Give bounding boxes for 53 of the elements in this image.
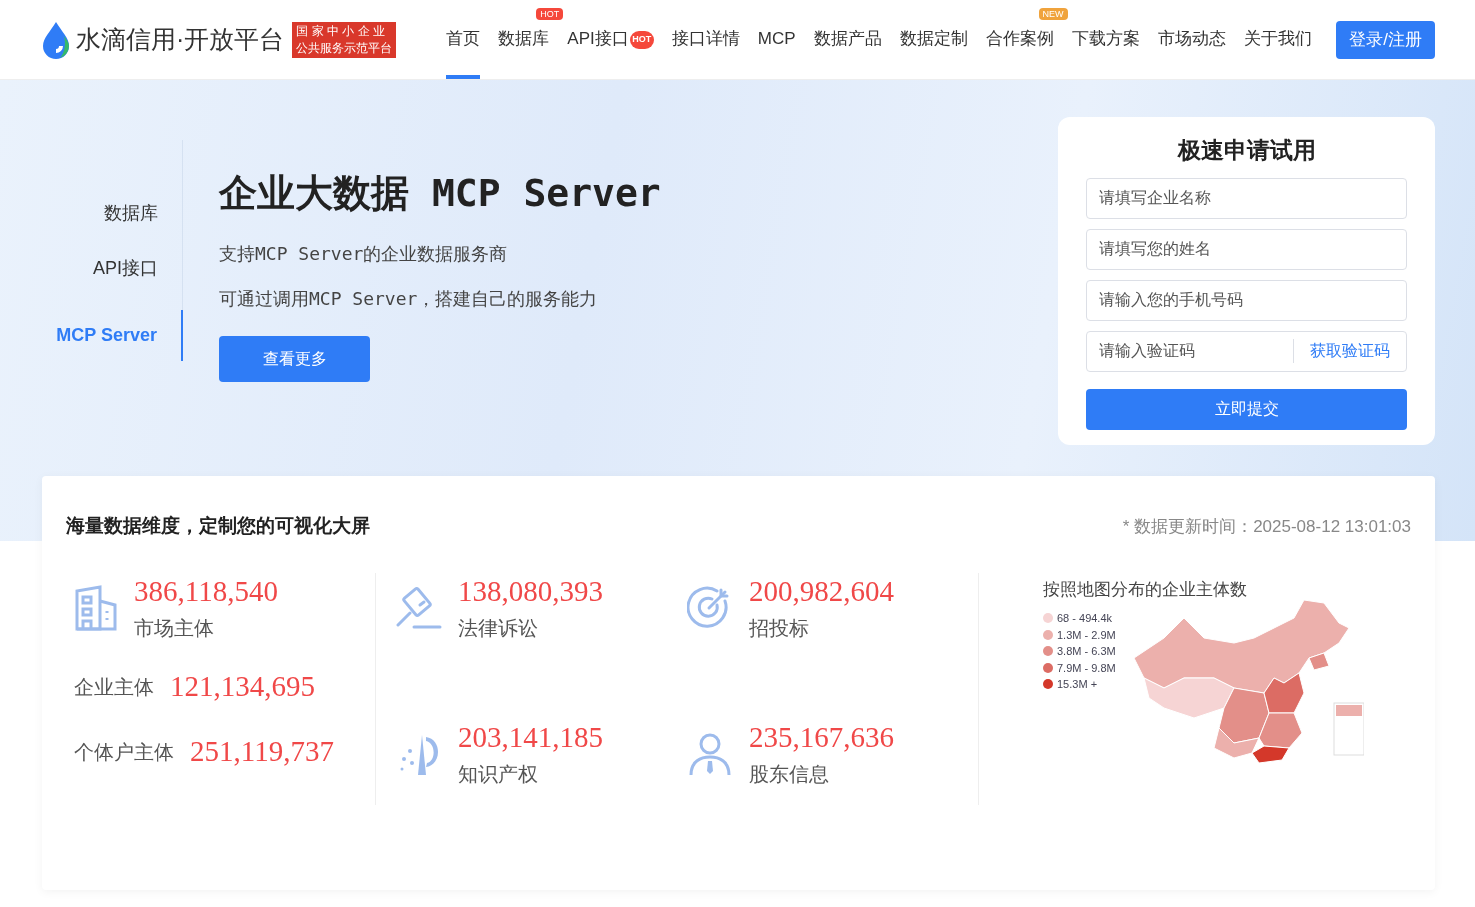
stat-label: 股东信息 <box>749 761 830 787</box>
stat-value: 203,141,185 <box>458 719 603 755</box>
sub-stat-label: 个体户主体 <box>74 740 174 765</box>
nav-link[interactable]: MCP <box>757 22 796 79</box>
certification-badge: 国 家 中 小 企 业 公共服务示范平台 <box>292 21 397 58</box>
stat-value: 235,167,636 <box>749 719 894 755</box>
input-field[interactable]: 请填写企业名称 <box>1086 177 1407 219</box>
more-button[interactable]: 查看更多 <box>219 336 370 382</box>
stat-value: 386,118,540 <box>134 573 278 609</box>
update-time: * 数据更新时间：2025-08-12 13:01:03 <box>1122 515 1411 538</box>
building-icon <box>74 584 118 631</box>
nav-link[interactable]: 关于我们 <box>1243 22 1312 79</box>
logo-text: 水滴信用·开放平台 <box>76 23 285 55</box>
nav-link[interactable]: 下载方案 <box>1071 22 1140 79</box>
stat-label: 知识产权 <box>458 761 539 787</box>
sub-stat-value: 121,134,695 <box>170 668 315 704</box>
hero-subtitle: 支持MCP Server的企业数据服务商 <box>219 242 509 266</box>
submit-button[interactable]: 立即提交 <box>1086 388 1407 430</box>
hero-subtitle: 可通过调用MCP Server，搭建自己的服务能力 <box>219 287 599 311</box>
sub-stat-value: 251,119,737 <box>190 734 334 770</box>
legend-label: 15.3M + <box>1057 677 1098 692</box>
stat-value: 200,982,604 <box>749 573 894 609</box>
nav-link[interactable]: 市场动态 <box>1157 22 1226 79</box>
stat-label: 法律诉讼 <box>458 615 539 641</box>
code-field[interactable]: 请输入验证码 获取验证码 <box>1086 330 1407 372</box>
input-field[interactable]: 请输入您的手机号码 <box>1086 279 1407 321</box>
hero-side-tab[interactable]: 数据库 <box>104 200 182 227</box>
nav-link[interactable]: 数据产品 <box>813 22 882 79</box>
legend-label: 68 - 494.4k <box>1057 611 1113 626</box>
map-title: 按照地图分布的企业主体数 <box>1043 578 1248 601</box>
nav-link[interactable]: 数据定制 <box>899 22 968 79</box>
stat-value: 138,080,393 <box>458 573 603 609</box>
legend-label: 7.9M - 9.8M <box>1057 660 1116 676</box>
nav-link[interactable]: 合作案例 <box>985 22 1054 79</box>
nav-link[interactable]: 数据库 <box>498 22 550 79</box>
form-title: 极速申请试用 <box>1176 136 1317 165</box>
legend-label: 3.8M - 6.3M <box>1057 644 1116 659</box>
login-button[interactable]: 登录/注册 <box>1336 20 1435 59</box>
stats-title: 海量数据维度，定制您的可视化大屏 <box>66 514 370 538</box>
hero-title: 企业大数据 MCP Server <box>219 170 661 217</box>
nav-tag: HOT <box>536 8 564 20</box>
input-field[interactable]: 请填写您的姓名 <box>1086 228 1407 270</box>
gavel-icon <box>396 584 442 631</box>
nav-link[interactable]: 接口详情 <box>671 22 740 79</box>
sub-stat-label: 企业主体 <box>74 674 154 700</box>
stat-label: 市场主体 <box>134 615 215 641</box>
hero-side-tab[interactable]: API接口 <box>93 255 182 282</box>
legend-label: 1.3M - 2.9M <box>1057 627 1116 643</box>
nav-link[interactable]: API接口 <box>567 22 629 79</box>
hot-flame-tag: HOT <box>629 31 654 49</box>
nav-tag: NEW <box>1038 8 1068 20</box>
get-code-link[interactable]: 获取验证码 <box>1293 339 1406 363</box>
stat-label: 招投标 <box>749 615 810 641</box>
